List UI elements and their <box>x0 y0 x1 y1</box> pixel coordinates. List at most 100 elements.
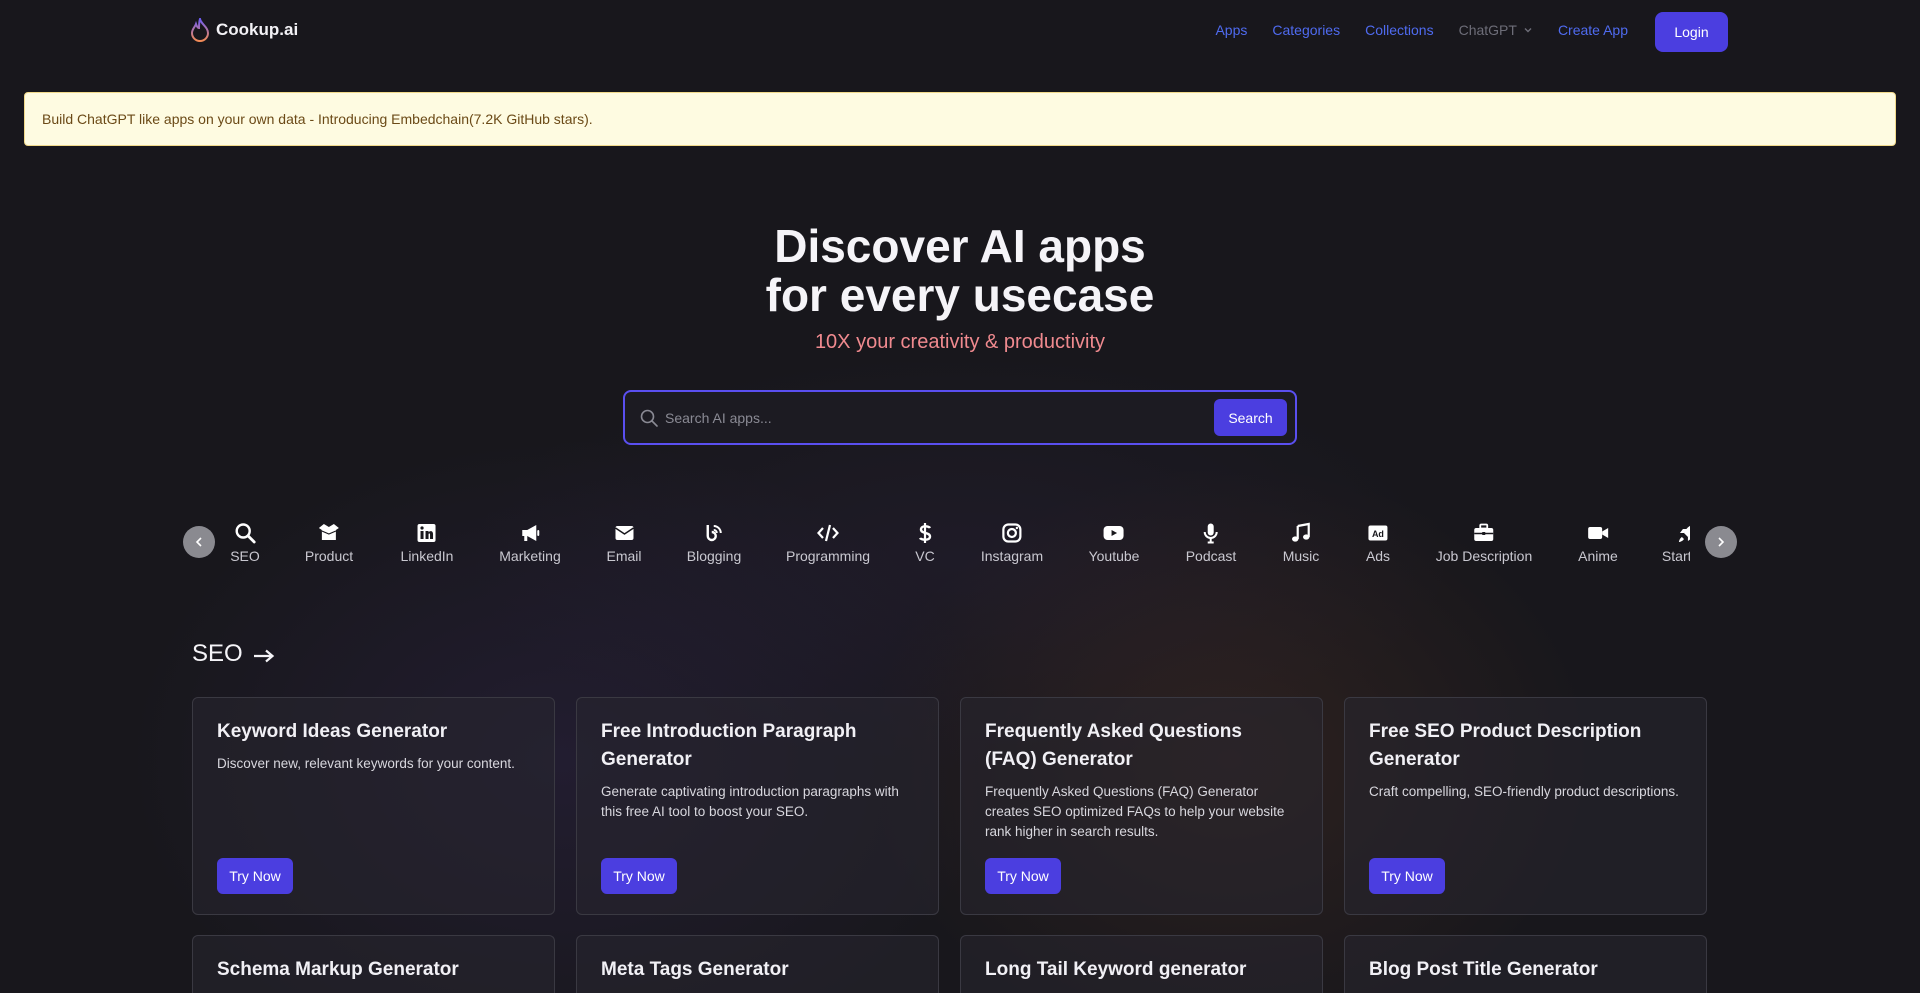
carousel-next-button[interactable] <box>1705 526 1737 558</box>
banner-link[interactable]: Build ChatGPT like apps on your own data… <box>42 111 593 127</box>
card-title: Schema Markup Generator <box>217 959 459 980</box>
category-instagram[interactable]: Instagram <box>981 522 1043 564</box>
category-email[interactable]: Email <box>606 522 642 564</box>
card-title: Long Tail Keyword generator <box>985 959 1247 980</box>
nav-link-categories[interactable]: Categories <box>1272 22 1340 38</box>
search-icon <box>235 523 256 544</box>
category-linkedin[interactable]: LinkedIn <box>400 522 454 564</box>
app-card[interactable]: Meta Tags Generator <box>576 935 939 993</box>
app-card[interactable]: Long Tail Keyword generator <box>960 935 1323 993</box>
category-track: SEO Product LinkedIn Marketing Email Blo… <box>180 518 1690 578</box>
code-icon <box>817 524 839 542</box>
youtube-icon <box>1104 526 1124 540</box>
app-card[interactable]: Schema Markup Generator <box>192 935 555 993</box>
category-ads[interactable]: Ad Ads <box>1366 522 1390 564</box>
chevron-left-icon <box>195 537 202 547</box>
nav-dropdown-chatgpt-label: ChatGPT <box>1458 22 1517 38</box>
card-description: Frequently Asked Questions (FAQ) Generat… <box>985 784 1285 839</box>
section-title: SEO <box>192 640 243 667</box>
box-open-icon <box>319 524 339 540</box>
category-music[interactable]: Music <box>1282 522 1320 564</box>
category-label: Music <box>1282 548 1320 564</box>
category-label: Product <box>304 548 354 564</box>
card-description: Craft compelling, SEO-friendly product d… <box>1369 784 1679 799</box>
category-label: Ads <box>1365 548 1391 564</box>
card-title: Keyword Ideas Generator <box>217 721 448 742</box>
category-label: Job Description <box>1435 548 1533 564</box>
hero-title: Discover AI apps for every usecase <box>0 222 1920 320</box>
nav-link-create-app[interactable]: Create App <box>1558 22 1628 38</box>
category-seo[interactable]: SEO <box>230 522 260 564</box>
search-button[interactable]: Search <box>1214 399 1287 436</box>
app-card[interactable]: Free SEO Product Description Generator C… <box>1344 697 1707 915</box>
try-now-button[interactable]: Try Now <box>217 858 293 894</box>
try-now-button[interactable]: Try Now <box>1369 858 1445 894</box>
app-card[interactable]: Free Introduction Paragraph Generator Ge… <box>576 697 939 915</box>
video-icon <box>1588 527 1608 539</box>
category-vc[interactable]: VC <box>914 522 936 564</box>
category-label: Email <box>606 548 642 564</box>
login-button[interactable]: Login <box>1655 12 1728 52</box>
chevron-down-icon <box>1524 28 1532 33</box>
rocket-icon <box>1678 526 1690 542</box>
category-blogging[interactable]: Blogging <box>687 522 741 564</box>
card-description: Discover new, relevant keywords for your… <box>217 756 515 771</box>
category-job-description[interactable]: Job Description <box>1435 522 1533 564</box>
search-box: Search <box>623 390 1297 445</box>
svg-text:Ad: Ad <box>1372 529 1384 539</box>
announcement-banner: Build ChatGPT like apps on your own data… <box>24 92 1896 146</box>
ad-icon: Ad <box>1368 525 1388 541</box>
category-carousel: SEO Product LinkedIn Marketing Email Blo… <box>180 518 1740 578</box>
category-label: SEO <box>230 548 260 564</box>
linkedin-icon <box>418 524 436 542</box>
hero-title-line-2: for every usecase <box>765 269 1155 321</box>
category-label: VC <box>915 548 935 564</box>
category-label: Marketing <box>499 548 561 564</box>
megaphone-icon <box>522 525 539 541</box>
brand-logo[interactable]: Cookup.ai <box>190 18 298 42</box>
blog-icon <box>706 525 722 542</box>
arrow-right-icon <box>253 649 274 663</box>
category-label: Programming <box>785 548 871 564</box>
category-product[interactable]: Product <box>305 522 353 564</box>
try-now-button[interactable]: Try Now <box>601 858 677 894</box>
microphone-icon <box>1204 523 1218 544</box>
category-youtube[interactable]: Youtube <box>1088 522 1140 564</box>
app-card[interactable]: Frequently Asked Questions (FAQ) Generat… <box>960 697 1323 915</box>
category-label: LinkedIn <box>400 548 454 564</box>
brand-name: Cookup.ai <box>216 20 299 39</box>
category-label: Podcast <box>1185 548 1237 564</box>
card-title: Free Introduction Paragraph Generator <box>601 721 857 770</box>
nav-link-apps[interactable]: Apps <box>1215 22 1247 38</box>
category-anime[interactable]: Anime <box>1578 522 1618 564</box>
app-card[interactable]: Blog Post Title Generator <box>1344 935 1707 993</box>
category-label: Anime <box>1578 548 1618 564</box>
envelope-icon <box>614 526 634 540</box>
music-icon <box>1292 522 1311 542</box>
chevron-right-icon <box>1718 537 1725 547</box>
carousel-prev-button[interactable] <box>183 526 215 558</box>
category-podcast[interactable]: Podcast <box>1185 522 1237 564</box>
category-marketing[interactable]: Marketing <box>499 522 561 564</box>
section-title-link[interactable]: SEO <box>192 640 275 668</box>
card-title: Frequently Asked Questions (FAQ) Generat… <box>985 721 1242 770</box>
try-now-button[interactable]: Try Now <box>985 858 1061 894</box>
category-label: Instagram <box>980 548 1044 564</box>
hero-title-line-1: Discover AI apps <box>774 220 1146 272</box>
search-input[interactable] <box>665 400 1185 436</box>
category-label: Youtube <box>1088 548 1140 564</box>
nav-link-collections[interactable]: Collections <box>1365 22 1433 38</box>
card-description: Generate captivating introduction paragr… <box>601 784 899 819</box>
instagram-icon <box>1002 523 1022 543</box>
app-card[interactable]: Keyword Ideas Generator Discover new, re… <box>192 697 555 915</box>
hero-subtitle: 10X your creativity & productivity <box>814 331 1106 353</box>
nav-links: Apps Categories Collections ChatGPT Crea… <box>1190 22 1628 38</box>
card-title: Meta Tags Generator <box>601 959 789 980</box>
card-title: Free SEO Product Description Generator <box>1369 721 1642 770</box>
category-startups[interactable]: Startups <box>1662 522 1690 564</box>
category-programming[interactable]: Programming <box>786 522 870 564</box>
nav-dropdown-chatgpt[interactable]: ChatGPT <box>1459 22 1533 38</box>
card-title: Blog Post Title Generator <box>1369 959 1598 980</box>
category-label: Startups <box>1661 548 1690 564</box>
flame-logo-icon <box>190 18 210 42</box>
